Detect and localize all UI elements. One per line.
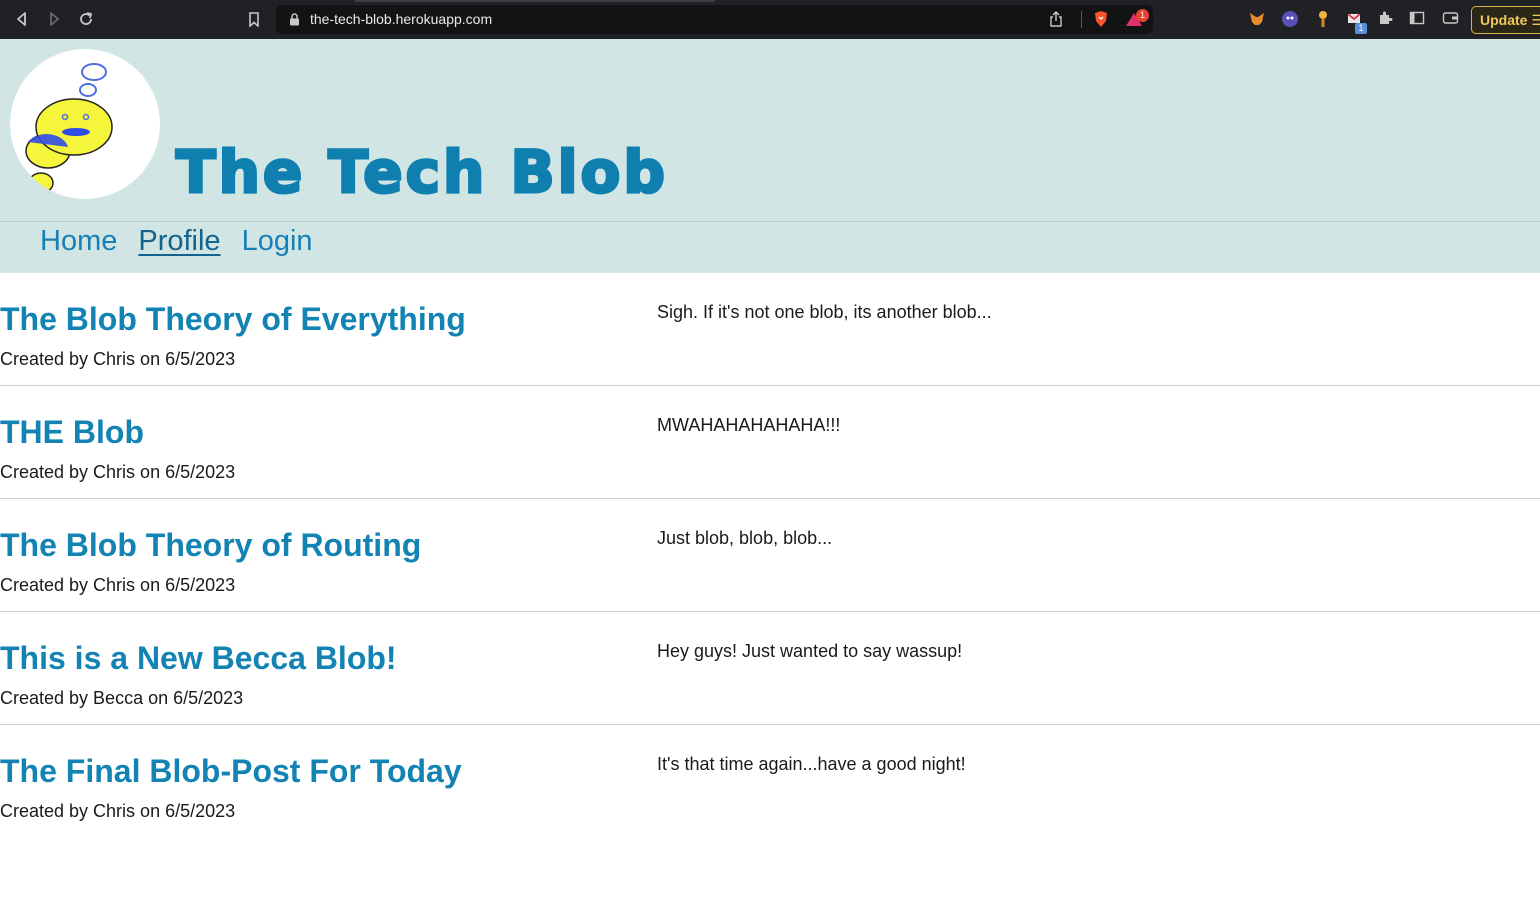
nav-home-link[interactable]: Home: [40, 225, 117, 258]
post-title-link[interactable]: THE Blob: [0, 414, 144, 451]
post-meta: Created by Chris on 6/5/2023: [0, 349, 236, 369]
metamask-icon[interactable]: [1248, 10, 1266, 28]
rewards-badge: 1: [1136, 9, 1149, 22]
post-title-link[interactable]: This is a New Becca Blob!: [0, 640, 397, 677]
extension-badge: 1: [1355, 23, 1367, 34]
post-body: MWAHAHAHAHAHA!!!: [657, 415, 841, 435]
post-meta: Created by Chris on 6/5/2023: [0, 462, 236, 482]
sidebar-icon[interactable]: [1409, 10, 1427, 28]
post-body: Sigh. If it's not one blob, its another …: [657, 302, 992, 322]
post-title-link[interactable]: The Final Blob-Post For Today: [0, 753, 462, 790]
post-body: It's that time again...have a good night…: [657, 754, 966, 774]
post-meta: Created by Chris on 6/5/2023: [0, 575, 236, 595]
post-item: The Blob Theory of Routing Created by Ch…: [0, 499, 1540, 612]
browser-toolbar: the-tech-blob.herokuapp.com 1 1 Update ☰: [0, 0, 1540, 39]
bookmark-icon[interactable]: [244, 9, 264, 29]
key-extension-icon[interactable]: [1314, 10, 1332, 28]
post-item: The Blob Theory of Everything Created by…: [0, 273, 1540, 386]
back-icon[interactable]: [12, 9, 32, 29]
site-title: The Tech Blob: [175, 137, 668, 208]
active-tab-indicator: [355, 0, 715, 2]
url-text[interactable]: the-tech-blob.herokuapp.com: [310, 11, 492, 27]
update-label: Update: [1480, 12, 1528, 28]
reload-icon[interactable]: [76, 9, 96, 29]
share-icon[interactable]: [1046, 9, 1066, 29]
post-item: THE Blob Created by Chris on 6/5/2023 MW…: [0, 386, 1540, 499]
post-meta: Created by Becca on 6/5/2023: [0, 688, 244, 708]
extensions-icon[interactable]: [1377, 10, 1395, 28]
post-body: Just blob, blob, blob...: [657, 528, 833, 548]
ghost-extension-icon[interactable]: [1281, 10, 1299, 28]
post-meta: Created by Chris on 6/5/2023: [0, 801, 236, 821]
header-divider: [0, 221, 1540, 222]
lock-icon[interactable]: [284, 9, 304, 29]
brave-shield-icon[interactable]: [1091, 9, 1111, 29]
site-nav: Home Profile Login: [40, 225, 313, 258]
post-title-link[interactable]: The Blob Theory of Routing: [0, 527, 421, 564]
update-button[interactable]: Update ☰: [1471, 6, 1540, 34]
blob-logo: [10, 49, 160, 199]
post-title-link[interactable]: The Blob Theory of Everything: [0, 301, 466, 338]
nav-login-link[interactable]: Login: [242, 225, 313, 258]
post-item: This is a New Becca Blob! Created by Bec…: [0, 612, 1540, 725]
forward-icon[interactable]: [44, 9, 64, 29]
post-item: The Final Blob-Post For Today Created by…: [0, 725, 1540, 838]
site-header: The Tech Blob Home Profile Login: [0, 39, 1540, 273]
toolbar-separator: [1081, 11, 1082, 28]
wallet-icon[interactable]: [1442, 10, 1460, 28]
nav-profile-link[interactable]: Profile: [138, 225, 220, 258]
post-body: Hey guys! Just wanted to say wassup!: [657, 641, 963, 661]
post-list: The Blob Theory of Everything Created by…: [0, 273, 1540, 838]
